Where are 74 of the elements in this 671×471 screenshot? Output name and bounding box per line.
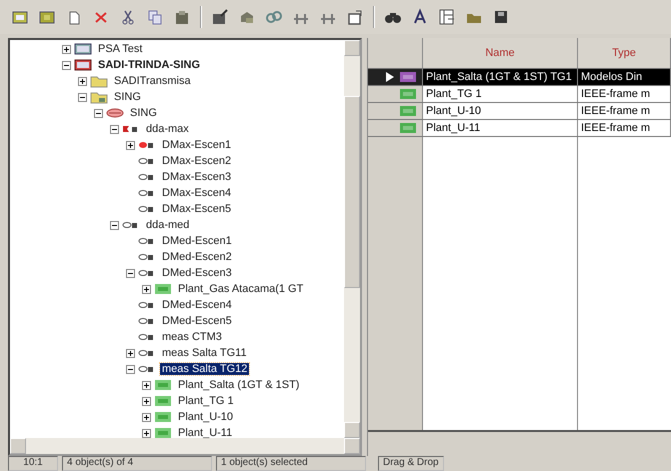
tree-item[interactable]: SING (128, 107, 159, 119)
collapse-toggle[interactable] (94, 108, 103, 118)
folder-icon (90, 74, 108, 88)
tree-item[interactable]: DMed-Escen5 (160, 315, 234, 327)
project-icon (74, 58, 92, 72)
status-text: 10:1 (8, 456, 58, 471)
tree-item[interactable]: Plant_U-11 (176, 427, 234, 438)
tree-item[interactable]: SING (112, 91, 143, 103)
table-cell: Modelos Din (578, 69, 671, 85)
collapse-toggle[interactable] (126, 268, 135, 278)
font-icon (411, 8, 429, 26)
tree-item[interactable]: Plant_Gas Atacama(1 GT (176, 283, 306, 295)
project-icon (74, 42, 92, 56)
copy-icon (146, 8, 164, 26)
table-cell: IEEE-frame m (578, 103, 671, 119)
expand-toggle[interactable] (126, 140, 135, 150)
table-cell: IEEE-frame m (578, 120, 671, 136)
expand-toggle[interactable] (62, 44, 71, 54)
plant-icon (154, 426, 172, 438)
collapse-toggle[interactable] (110, 220, 119, 230)
edit-icon (211, 8, 229, 26)
collapse-toggle[interactable] (110, 124, 119, 134)
expand-toggle[interactable] (142, 284, 151, 294)
save-icon (492, 8, 510, 26)
tree-item[interactable]: SADITransmisa (112, 75, 193, 87)
tree-item[interactable]: DMax-Escen5 (160, 203, 234, 215)
tree-item[interactable]: Plant_TG 1 (176, 395, 236, 407)
tree-item[interactable]: meas Salta TG11 (160, 347, 249, 359)
table-cell[interactable]: Plant_Salta (1GT & 1ST) TG1 (423, 69, 578, 85)
expand-toggle[interactable] (78, 76, 87, 86)
grid-icon (106, 106, 124, 120)
tree-item[interactable]: dda-med (144, 219, 192, 231)
status-text: 4 object(s) of 4 (62, 456, 212, 471)
tree-item[interactable]: PSA Test (96, 43, 144, 55)
status-text: 1 object(s) selected (216, 456, 366, 471)
tree-item[interactable]: meas CTM3 (160, 331, 224, 343)
expand-toggle[interactable] (126, 348, 135, 358)
plant-icon (154, 282, 172, 296)
window-icon (346, 8, 364, 26)
tree-item[interactable]: DMed-Escen4 (160, 299, 234, 311)
tree-item[interactable]: DMax-Escen1 (160, 139, 234, 151)
tree-item[interactable]: DMed-Escen3 (160, 267, 234, 279)
collapse-toggle[interactable] (126, 364, 135, 374)
link-icon (265, 8, 283, 26)
expand-toggle[interactable] (142, 428, 151, 438)
collapse-toggle[interactable] (78, 92, 87, 102)
folder-icon (90, 90, 108, 104)
plant-icon (154, 394, 172, 408)
vertical-scrollbar[interactable] (344, 40, 360, 438)
tree-item[interactable]: DMax-Escen2 (160, 155, 234, 167)
current-row-icon (386, 72, 394, 82)
tree-item[interactable]: Plant_U-10 (176, 411, 236, 423)
tree-item[interactable]: meas Salta TG12 (160, 363, 250, 375)
tree-item[interactable]: DMed-Escen2 (160, 251, 234, 263)
tree-item[interactable]: Plant_Salta (1GT & 1ST) (176, 379, 302, 391)
drag-drop-indicator: Drag & Drop (378, 456, 444, 471)
table-cell[interactable]: Plant_U-10 (423, 103, 578, 119)
tree-item[interactable]: dda-max (144, 123, 191, 135)
collapse-toggle[interactable] (62, 60, 71, 70)
table-cell[interactable]: Plant_U-11 (423, 120, 578, 136)
tree-item[interactable]: DMed-Escen1 (160, 235, 234, 247)
tree-item[interactable]: DMax-Escen3 (160, 171, 234, 183)
table-cell[interactable]: Plant_TG 1 (423, 86, 578, 102)
paste-icon (173, 8, 191, 26)
detail-icon (438, 8, 456, 26)
tree-item[interactable]: DMax-Escen4 (160, 187, 234, 199)
expand-toggle[interactable] (142, 380, 151, 390)
table-cell: IEEE-frame m (578, 86, 671, 102)
plant-icon (154, 378, 172, 392)
tree-item[interactable]: SADI-TRINDA-SING (96, 59, 202, 71)
expand-toggle[interactable] (142, 396, 151, 406)
horizontal-scrollbar[interactable] (10, 438, 360, 454)
plant-icon (154, 410, 172, 424)
expand-toggle[interactable] (142, 412, 151, 422)
